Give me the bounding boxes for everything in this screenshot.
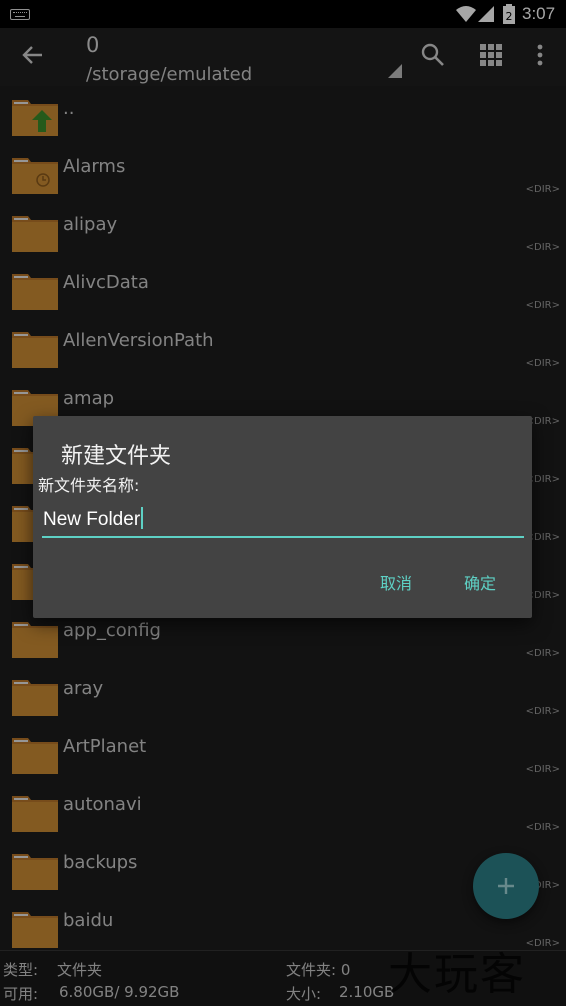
cancel-button[interactable]: 取消 xyxy=(380,570,412,594)
folder-name-input[interactable]: New Folder xyxy=(42,504,524,538)
folder-name-label: 新文件夹名称: xyxy=(38,476,140,495)
text-cursor xyxy=(141,507,144,529)
confirm-button[interactable]: 确定 xyxy=(464,570,496,594)
watermark: 大玩客 xyxy=(388,949,526,1000)
new-folder-dialog: 新建文件夹 新文件夹名称: New Folder 取消 确定 xyxy=(33,416,532,618)
dialog-title: 新建文件夹 xyxy=(61,444,172,469)
folder-name-value: New Folder xyxy=(43,509,141,530)
